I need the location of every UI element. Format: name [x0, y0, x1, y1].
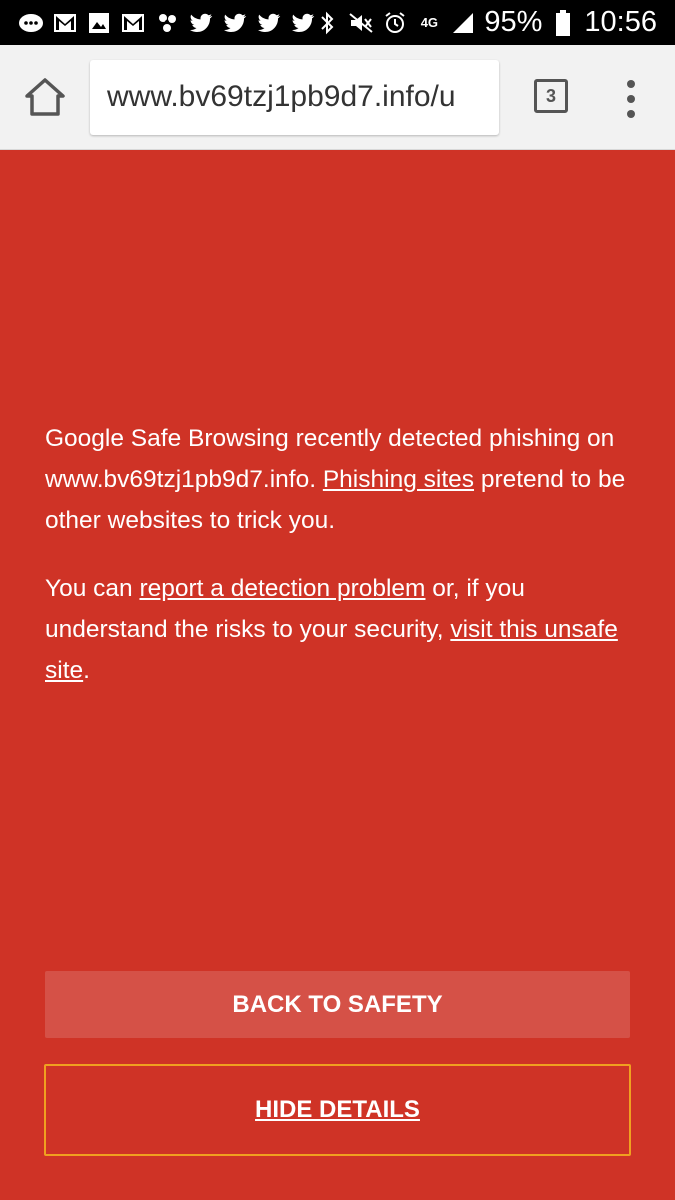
hide-details-button[interactable]: HIDE DETAILS — [44, 1064, 631, 1156]
warning-details: Google Safe Browsing recently detected p… — [45, 418, 635, 691]
detection-paragraph: Google Safe Browsing recently detected p… — [45, 418, 635, 541]
tab-switcher-button[interactable]: 3 — [534, 79, 568, 113]
network-4g-icon: 4G — [416, 10, 442, 36]
battery-percent: 95% — [484, 6, 543, 38]
twitter-icon — [188, 10, 214, 36]
browser-toolbar: www.bv69tzj1pb9d7.info/u 3 — [0, 45, 675, 150]
menu-dot — [627, 95, 635, 103]
tab-count: 3 — [545, 85, 556, 106]
bluetooth-icon — [314, 10, 340, 36]
battery-icon — [550, 9, 576, 36]
mute-icon — [348, 10, 374, 36]
home-button[interactable] — [22, 76, 68, 120]
gallery-icon — [86, 10, 112, 36]
menu-dot — [627, 80, 635, 88]
report-detection-problem-link[interactable]: report a detection problem — [139, 575, 425, 602]
message-icon — [18, 10, 44, 36]
pinwheel-icon — [154, 10, 180, 36]
url-text[interactable]: www.bv69tzj1pb9d7.info/u — [107, 80, 456, 114]
options-paragraph: You can report a detection problem or, i… — [45, 568, 635, 691]
network-label: 4G — [420, 14, 439, 30]
signal-icon — [450, 10, 476, 36]
status-bar: 4G 95% 10:56 — [0, 0, 675, 45]
twitter-icon — [222, 10, 248, 36]
clock: 10:56 — [584, 6, 657, 38]
home-icon — [25, 78, 65, 116]
phishing-sites-link[interactable]: Phishing sites — [323, 466, 474, 493]
twitter-icon — [290, 10, 316, 36]
menu-button[interactable] — [620, 80, 642, 118]
notification-icons — [18, 0, 316, 45]
gmail-icon — [52, 10, 78, 36]
alarm-icon — [382, 10, 408, 36]
url-bar[interactable]: www.bv69tzj1pb9d7.info/u — [90, 60, 499, 135]
system-icons: 4G 95% 10:56 — [314, 0, 657, 45]
menu-dot — [627, 110, 635, 118]
twitter-icon — [256, 10, 282, 36]
gmail-icon — [120, 10, 146, 36]
options-text: You can — [45, 575, 140, 602]
options-text-end: . — [83, 657, 90, 684]
back-to-safety-button[interactable]: BACK TO SAFETY — [45, 971, 630, 1038]
